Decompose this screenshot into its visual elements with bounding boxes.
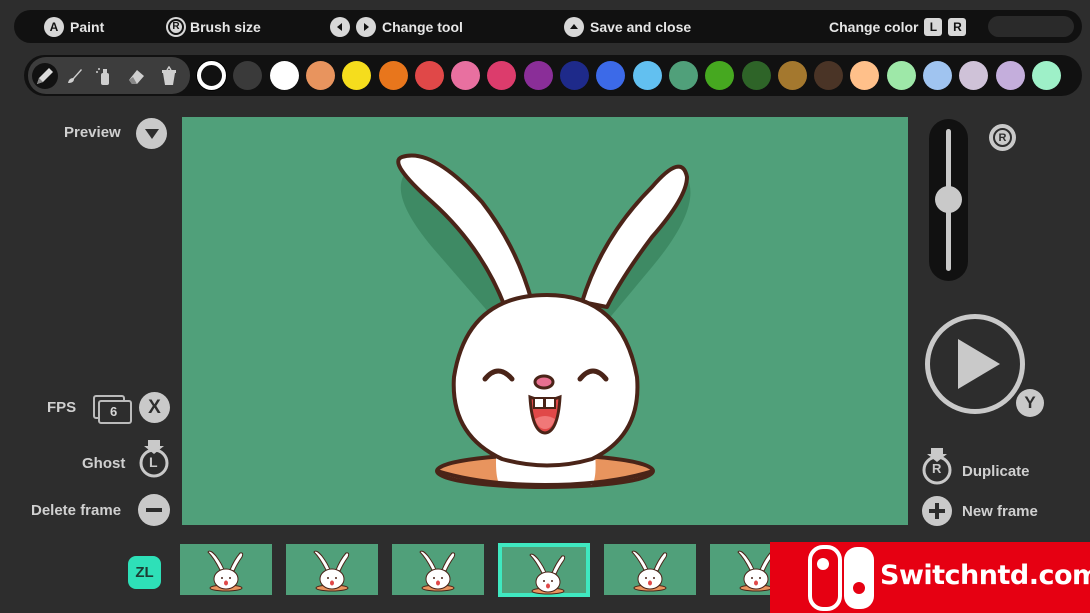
dpad-up-icon [564,16,584,37]
color-swatch[interactable] [414,61,444,90]
color-swatch[interactable] [632,61,662,90]
hint-brush-size: R Brush size [168,18,261,35]
color-swatch[interactable] [197,61,226,90]
frame-thumbnail-drawing [313,550,350,592]
switch-watermark: Switchntd.com [770,542,1090,613]
new-frame-button[interactable] [922,496,952,526]
color-swatch[interactable] [560,61,589,90]
fps-label: FPS [47,399,77,416]
color-swatch[interactable] [523,61,553,90]
play-y-button[interactable]: Y [1016,389,1044,417]
color-swatch[interactable] [342,61,372,90]
frame-thumbnail-drawing [529,553,566,595]
hint-save-close: Save and close [564,16,692,37]
color-swatch[interactable] [596,61,626,90]
r-stick-icon: R [168,18,184,35]
watermark-text: Switchntd.com [880,560,1090,591]
hint-change-color-label: Change color [829,18,919,35]
frame-thumbnail[interactable] [180,544,272,595]
hint-paint: A Paint [44,16,105,37]
fps-x-button[interactable]: X [139,392,170,423]
spray-icon[interactable] [92,63,118,89]
color-swatch[interactable] [451,61,481,90]
new-frame-label: New frame [962,503,1038,520]
slider-r-stick-icon: R [989,124,1016,151]
dpad-left-icon [330,16,350,37]
drawing-canvas[interactable] [182,117,908,525]
slider-r-label: R [993,128,1012,147]
ghost-label: Ghost [82,455,126,472]
frame-thumbnail-drawing [631,550,668,592]
eraser-icon[interactable] [124,63,150,89]
color-swatch[interactable] [305,61,335,90]
frame-thumbnail[interactable] [392,544,484,595]
slider-knob[interactable] [935,186,962,213]
color-swatch[interactable] [705,61,735,90]
ghost-button[interactable]: L [137,438,171,478]
zl-button[interactable]: ZL [128,556,161,589]
play-icon [958,339,1000,389]
a-button-icon: A [44,16,64,37]
frame-thumbnail[interactable] [498,543,590,597]
color-swatch[interactable] [668,61,698,90]
hint-change-tool: Change tool [330,16,463,37]
delete-frame-label: Delete frame [31,502,122,519]
l-button-icon: L [924,17,943,36]
fps-value: 6 [110,404,118,419]
color-swatch[interactable] [233,61,263,90]
frame-thumbnail[interactable] [286,544,378,595]
chevron-down-icon [144,128,159,139]
hint-save-close-label: Save and close [590,18,692,35]
duplicate-label: Duplicate [962,463,1030,480]
brush-size-slider[interactable] [929,119,968,281]
plus-icon [929,503,945,519]
hint-change-color: Change color L R [829,17,967,36]
duplicate-r-label: R [932,461,942,476]
bucket-icon[interactable] [156,63,182,89]
delete-frame-button[interactable] [138,494,170,526]
color-swatch[interactable] [1031,61,1061,90]
color-swatch[interactable] [378,61,408,90]
color-swatch[interactable] [886,61,916,90]
frame-thumbnail[interactable] [604,544,696,595]
color-swatch[interactable] [777,61,807,90]
hint-brush-size-label: Brush size [190,18,261,35]
palette-bar [24,55,1082,96]
minus-icon [146,508,162,512]
color-swatch[interactable] [850,61,880,90]
pencil-icon[interactable] [32,63,58,89]
preview-label: Preview [64,124,121,141]
color-swatch[interactable] [995,61,1025,90]
ghost-l-label: L [149,454,158,470]
preview-toggle-button[interactable] [136,118,167,149]
color-swatch[interactable] [923,61,952,90]
status-pill [988,16,1074,37]
color-swatch[interactable] [269,61,299,90]
brush-icon[interactable] [62,63,88,89]
hint-paint-label: Paint [70,18,105,35]
color-swatch[interactable] [814,61,844,90]
frame-thumbnail-drawing [419,550,456,592]
hint-change-tool-label: Change tool [382,18,463,35]
color-swatch[interactable] [487,61,517,90]
dpad-right-icon [356,16,376,37]
r-button-icon: R [948,17,967,36]
color-swatch[interactable] [741,61,771,90]
bunny-drawing [396,153,691,489]
fps-value-box[interactable]: 6 [93,395,132,424]
controls-hint-bar: A Paint R Brush size Change tool Save an… [14,10,1082,43]
tool-selector [28,57,190,94]
color-swatch[interactable] [959,61,989,90]
play-button[interactable] [925,314,1025,414]
frame-thumbnail-drawing [207,550,244,592]
duplicate-button[interactable]: R [920,446,954,486]
